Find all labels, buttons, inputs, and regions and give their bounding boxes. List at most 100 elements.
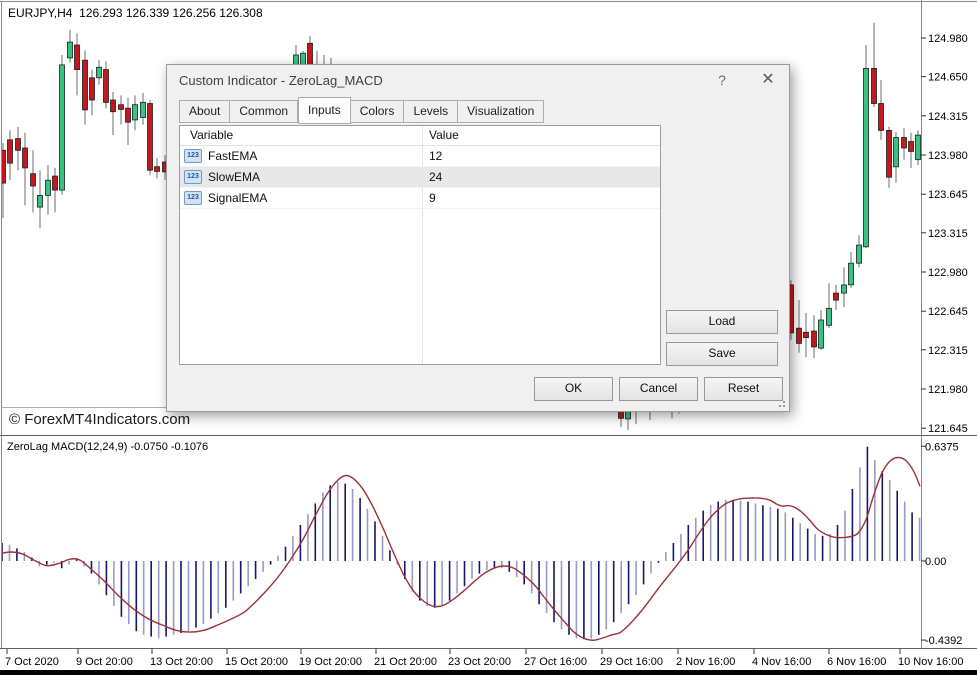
candle-body [909, 142, 914, 152]
candle-body [894, 138, 899, 167]
price-label: 124.650 [928, 72, 968, 84]
macd-scale-label: 0.6375 [925, 441, 959, 453]
macd-signal-line [0, 457, 920, 640]
candle-body [857, 245, 862, 263]
load-button[interactable]: Load [666, 310, 778, 334]
date-label: 7 Oct 2020 [5, 656, 59, 668]
variable-value[interactable]: 9 [422, 188, 660, 208]
price-label: 123.315 [928, 228, 968, 240]
inputs-table: Variable Value 123 FastEMA 12 123 SlowEM… [179, 125, 661, 365]
candle-body [31, 174, 36, 186]
resize-grip-icon[interactable] [777, 399, 785, 407]
date-label: 15 Oct 20:00 [225, 656, 288, 668]
candle-body [133, 105, 138, 120]
table-row[interactable]: 123 SlowEMA 24 [180, 167, 660, 188]
date-label: 27 Oct 16:00 [524, 656, 587, 668]
candle-body [148, 104, 153, 171]
macd-scale-label: -0.4392 [925, 635, 962, 647]
candle-body [104, 70, 109, 103]
candle-body [119, 105, 124, 110]
dialog-title: Custom Indicator - ZeroLag_MACD [179, 73, 383, 88]
macd-scale-label: 0.00 [925, 556, 946, 568]
candle-body [902, 138, 907, 149]
variable-name: SlowEMA [208, 167, 260, 187]
reset-button[interactable]: Reset [704, 377, 783, 401]
candle-body [834, 293, 839, 300]
price-label: 121.645 [928, 423, 968, 435]
numeric-parameter-icon: 123 [184, 149, 202, 163]
candle-body [155, 167, 160, 172]
candle-body [75, 45, 80, 70]
candle-body [887, 130, 892, 177]
variable-value[interactable]: 24 [422, 167, 660, 187]
date-label: 21 Oct 20:00 [374, 656, 437, 668]
candle-body [916, 135, 921, 160]
candle-body [16, 139, 21, 151]
macd-panel [0, 447, 920, 641]
numeric-parameter-icon: 123 [184, 170, 202, 184]
candle-body [68, 42, 73, 58]
date-label: 10 Nov 16:00 [898, 656, 963, 668]
header-variable: Variable [180, 126, 422, 145]
cancel-button[interactable]: Cancel [619, 377, 698, 401]
macd-label: ZeroLag MACD(12,24,9) -0.0750 -0.1076 [7, 441, 208, 453]
candle-body [827, 308, 832, 325]
candle-body [23, 148, 28, 168]
header-value: Value [422, 126, 660, 145]
candle-body [819, 320, 824, 348]
watermark: © ForexMT4Indicators.com [9, 411, 190, 428]
tab-levels[interactable]: Levels [404, 100, 458, 123]
candle-body [46, 180, 51, 195]
price-label: 122.980 [928, 267, 968, 279]
close-icon[interactable]: ✕ [755, 69, 781, 91]
tab-common[interactable]: Common [230, 100, 298, 123]
price-label: 124.315 [928, 111, 968, 123]
price-label: 124.980 [928, 33, 968, 45]
candle-body [38, 195, 43, 207]
candle-body [8, 140, 13, 163]
date-label: 2 Nov 16:00 [676, 656, 735, 668]
candle-body [90, 78, 95, 100]
mt4-chart-window: 124.980124.650124.315123.980123.645123.3… [0, 0, 977, 675]
price-label: 122.645 [928, 306, 968, 318]
candle-body [872, 68, 877, 103]
date-label: 9 Oct 20:00 [76, 656, 133, 668]
price-label: 121.980 [928, 384, 968, 396]
symbol-quote: EURJPY,H4 126.293 126.339 126.256 126.30… [8, 6, 263, 20]
price-label: 122.315 [928, 345, 968, 357]
tab-colors[interactable]: Colors [351, 100, 405, 123]
numeric-parameter-icon: 123 [184, 191, 202, 205]
date-label: 13 Oct 20:00 [150, 656, 213, 668]
date-label: 29 Oct 16:00 [600, 656, 663, 668]
candle-body [842, 285, 847, 293]
help-icon[interactable]: ? [710, 70, 734, 90]
candle-body [849, 263, 854, 285]
candle-body [141, 102, 146, 117]
candle-body [797, 328, 802, 343]
tab-inputs[interactable]: Inputs [298, 97, 351, 124]
save-button[interactable]: Save [666, 342, 778, 366]
candle-body [864, 68, 869, 246]
variable-name: FastEMA [208, 146, 257, 166]
date-label: 19 Oct 20:00 [299, 656, 362, 668]
candle-body [812, 331, 817, 347]
taskbar-strip [0, 670, 977, 675]
table-row[interactable]: 123 SignalEMA 9 [180, 188, 660, 209]
table-header: Variable Value [180, 126, 660, 146]
date-label: 23 Oct 20:00 [448, 656, 511, 668]
tab-visualization[interactable]: Visualization [458, 100, 544, 123]
candle-body [97, 67, 102, 78]
date-label: 4 Nov 16:00 [752, 656, 811, 668]
custom-indicator-dialog: Custom Indicator - ZeroLag_MACD ? ✕ Abou… [166, 64, 790, 412]
variable-value[interactable]: 12 [422, 146, 660, 166]
table-row[interactable]: 123 FastEMA 12 [180, 146, 660, 167]
candle-body [83, 60, 88, 110]
price-label: 123.645 [928, 189, 968, 201]
tab-about[interactable]: About [179, 100, 230, 123]
ok-button[interactable]: OK [534, 377, 613, 401]
date-label: 6 Nov 16:00 [827, 656, 886, 668]
dialog-titlebar[interactable]: Custom Indicator - ZeroLag_MACD ? ✕ [167, 65, 789, 95]
candle-body [879, 104, 884, 131]
dialog-tabs: About Common Inputs Colors Levels Visual… [179, 97, 544, 123]
variable-name: SignalEMA [208, 188, 267, 208]
